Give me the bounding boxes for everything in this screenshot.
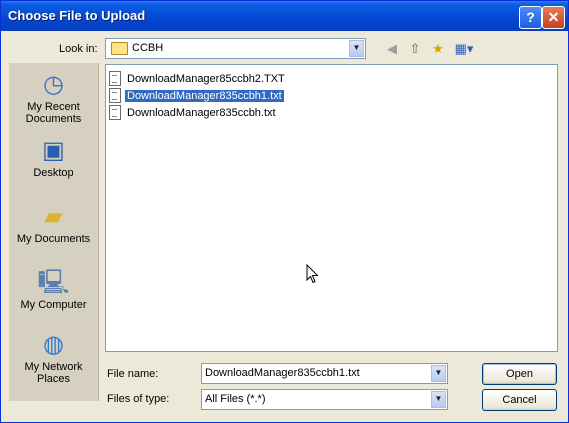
open-button[interactable]: Open xyxy=(482,363,557,385)
text-file-icon xyxy=(109,105,121,120)
list-item[interactable]: DownloadManager85ccbh2.TXT xyxy=(109,71,287,87)
help-button[interactable]: ? xyxy=(519,6,542,29)
place-label: My Recent Documents xyxy=(25,101,82,125)
look-in-value: CCBH xyxy=(132,42,164,54)
place-computer[interactable]: 🖳 My Computer xyxy=(9,267,98,311)
look-in-dropdown[interactable]: CCBH ▼ xyxy=(105,38,366,59)
desktop-icon: ▣ xyxy=(42,137,65,164)
file-type-label: Files of type: xyxy=(107,393,170,405)
close-button[interactable]: ✕ xyxy=(542,6,565,29)
places-bar: ◷ My Recent Documents ▣ Desktop ▰ My Doc… xyxy=(9,63,99,401)
place-recent[interactable]: ◷ My Recent Documents xyxy=(9,69,98,125)
file-name-value[interactable]: DownloadManager835ccbh1.txt xyxy=(205,367,360,379)
computer-icon: 🖳 xyxy=(37,269,70,296)
place-label: My Documents xyxy=(16,233,91,245)
text-file-icon xyxy=(109,88,121,103)
place-desktop[interactable]: ▣ Desktop xyxy=(9,135,98,179)
chevron-down-icon[interactable]: ▼ xyxy=(431,391,446,408)
file-upload-dialog: Choose File to Upload ? ✕ Look in: CCBH … xyxy=(0,0,569,423)
clock-icon: ◷ xyxy=(43,71,64,98)
folder-icon xyxy=(111,42,128,55)
up-folder-icon[interactable]: ⇧ xyxy=(406,41,424,57)
file-type-value: All Files (*.*) xyxy=(205,393,266,405)
text-file-icon xyxy=(109,71,121,86)
cancel-button[interactable]: Cancel xyxy=(482,389,557,411)
chevron-down-icon[interactable]: ▼ xyxy=(349,40,364,57)
place-network[interactable]: ◍ My Network Places xyxy=(9,329,98,385)
dialog-title: Choose File to Upload xyxy=(8,8,146,23)
list-item[interactable]: DownloadManager835ccbh.txt xyxy=(109,105,278,121)
place-label: Desktop xyxy=(33,167,74,179)
place-label: My Network Places xyxy=(24,361,83,385)
views-menu-icon[interactable]: ▦▾ xyxy=(452,41,476,57)
file-name: DownloadManager85ccbh2.TXT xyxy=(127,72,285,85)
file-name-input[interactable]: DownloadManager835ccbh1.txt ▼ xyxy=(201,363,448,384)
file-name-label: File name: xyxy=(107,368,159,380)
globe-icon: ◍ xyxy=(43,331,64,358)
chevron-down-icon[interactable]: ▼ xyxy=(431,365,446,382)
file-type-select[interactable]: All Files (*.*) ▼ xyxy=(201,389,448,410)
folder-icon: ▰ xyxy=(44,203,63,230)
new-folder-icon[interactable]: ★ xyxy=(429,41,447,57)
back-icon[interactable]: ◀ xyxy=(383,41,401,57)
place-label: My Computer xyxy=(20,299,87,311)
place-documents[interactable]: ▰ My Documents xyxy=(9,201,98,245)
look-in-label: Look in: xyxy=(59,43,98,55)
file-name: DownloadManager835ccbh1.txt xyxy=(124,88,285,103)
file-list[interactable]: DownloadManager85ccbh2.TXT DownloadManag… xyxy=(105,64,558,352)
list-item[interactable]: DownloadManager835ccbh1.txt xyxy=(109,88,285,104)
mouse-cursor-icon xyxy=(306,263,319,287)
title-bar[interactable]: Choose File to Upload ? ✕ xyxy=(1,1,568,31)
file-name: DownloadManager835ccbh.txt xyxy=(127,106,276,119)
